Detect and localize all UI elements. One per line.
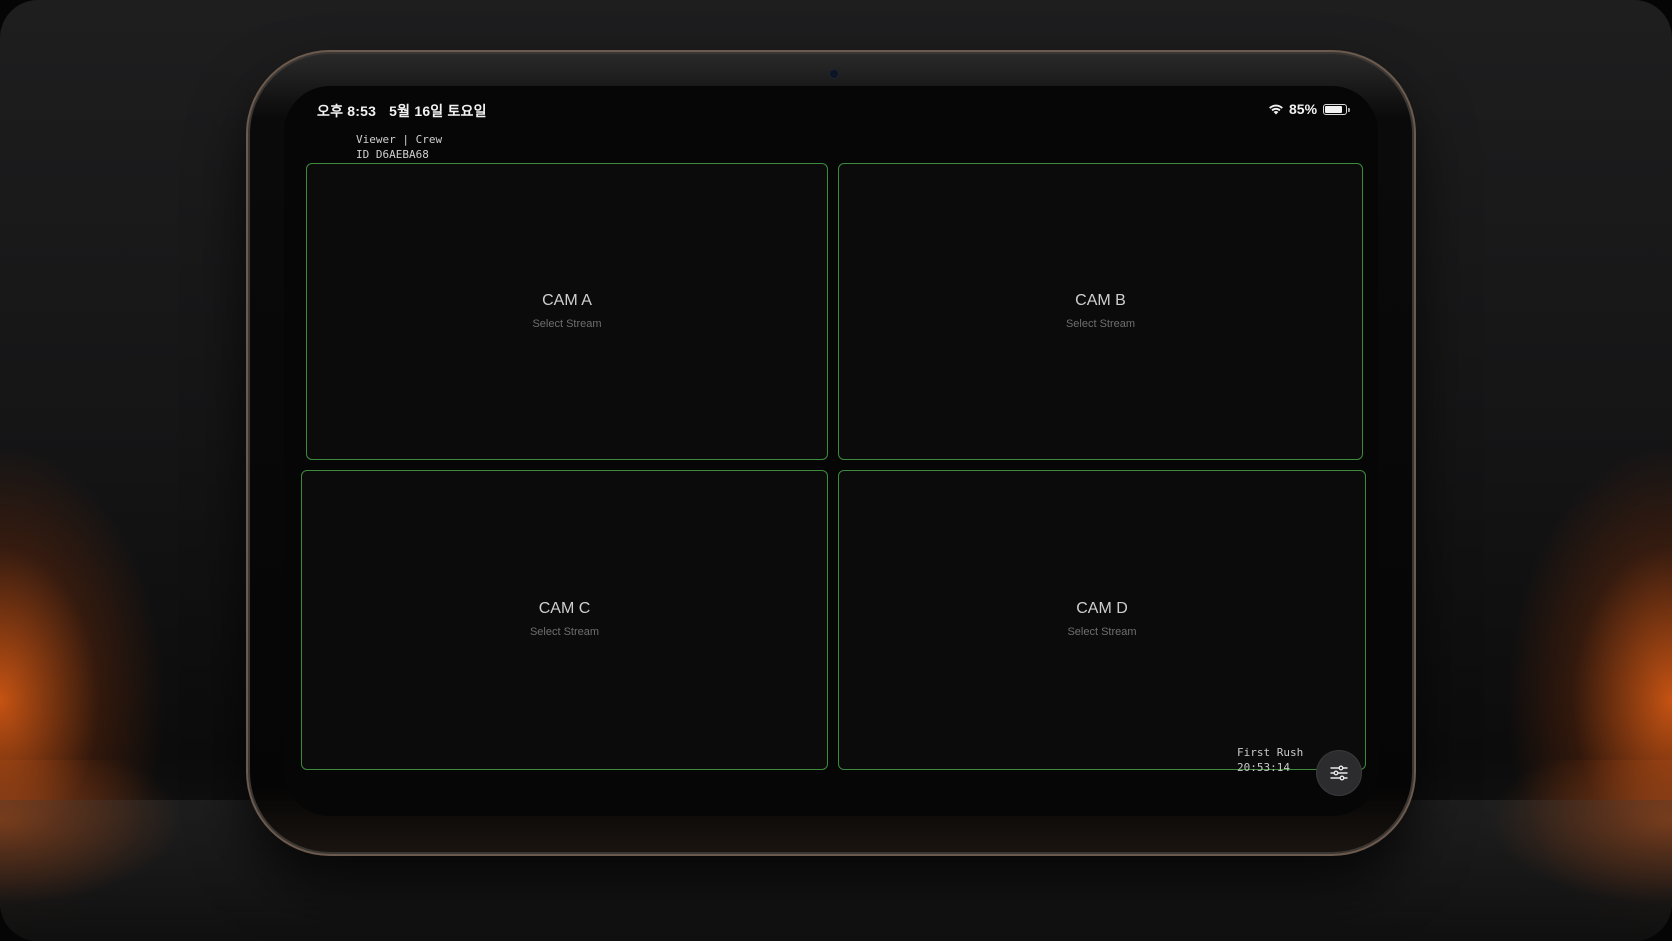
cam-tile-a[interactable]: CAM A Select Stream: [306, 163, 828, 460]
project-info: First Rush 20:53:14: [1237, 745, 1303, 775]
floor-glow-right: [1372, 760, 1672, 941]
front-camera: [830, 70, 838, 78]
cam-tile-d[interactable]: CAM D Select Stream: [838, 470, 1366, 770]
battery-nub: [1348, 107, 1351, 112]
select-stream-prompt: Select Stream: [529, 626, 600, 638]
wifi-icon: [1269, 104, 1283, 115]
select-stream-prompt: Select Stream: [532, 318, 602, 330]
status-date: 5월 16일 토요일: [389, 103, 487, 119]
session-info: Viewer | Crew ID D6AEBA68: [356, 132, 442, 162]
battery-icon: [1323, 103, 1351, 115]
status-bar-right: 85%: [1268, 101, 1351, 117]
select-stream-prompt: Select Stream: [1065, 318, 1136, 330]
status-bar-left: 오후 8:53 5월 16일 토요일: [317, 101, 496, 121]
project-name: First Rush: [1237, 746, 1304, 759]
project-timecode: 20:53:14: [1237, 761, 1290, 774]
status-time: 오후 8:53: [317, 103, 377, 119]
settings-button[interactable]: [1317, 751, 1361, 795]
cam-label: CAM B: [1075, 292, 1126, 309]
sliders-icon: [1330, 765, 1348, 781]
cam-label: CAM A: [542, 292, 592, 309]
cam-label: CAM D: [1076, 600, 1128, 617]
cam-tile-c[interactable]: CAM C Select Stream: [301, 470, 828, 770]
session-id: ID D6AEBA68: [356, 148, 429, 161]
cam-tile-b[interactable]: CAM B Select Stream: [838, 163, 1363, 460]
session-role: Viewer | Crew: [356, 133, 443, 146]
cam-label: CAM C: [538, 600, 591, 617]
battery-percent: 85%: [1289, 101, 1318, 117]
select-stream-prompt: Select Stream: [1067, 626, 1137, 638]
battery-fill: [1325, 105, 1343, 113]
